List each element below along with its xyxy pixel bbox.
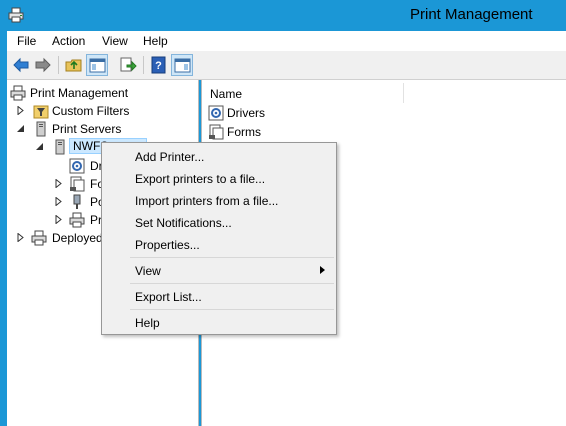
printer-icon (31, 230, 47, 246)
forms-icon (209, 124, 224, 140)
column-header-name[interactable]: Name (206, 83, 404, 103)
menu-item-label: Add Printer... (135, 150, 205, 164)
svg-text:?: ? (155, 60, 162, 72)
collapse-arrow-icon[interactable] (36, 142, 44, 151)
menu-bar: File Action View Help (7, 31, 566, 51)
menu-item-label: Help (135, 316, 160, 330)
menu-item-label: Set Notifications... (135, 216, 232, 230)
menu-item-label: Properties... (135, 238, 200, 252)
tree-label: Custom Filters (52, 104, 130, 118)
title-bar: Print Management (0, 0, 566, 31)
export-list-icon (120, 57, 137, 72)
expand-arrow-icon[interactable] (55, 215, 63, 224)
menu-item-label: Export List... (135, 290, 202, 304)
show-hide-action-pane-button[interactable] (171, 54, 193, 76)
menu-action[interactable]: Action (52, 34, 85, 48)
forms-icon (70, 176, 85, 192)
menu-item-set-notifications[interactable]: Set Notifications... (104, 212, 334, 232)
menu-item-export-printers[interactable]: Export printers to a file... (104, 168, 334, 188)
back-arrow-icon (13, 57, 29, 73)
menu-item-label: View (135, 264, 161, 278)
expand-arrow-icon[interactable] (55, 197, 63, 206)
printer-icon (10, 85, 26, 101)
back-button[interactable] (10, 54, 32, 76)
folder-up-icon (65, 59, 82, 72)
menu-item-add-printer[interactable]: Add Printer... (104, 146, 334, 166)
toolbar-separator (58, 56, 59, 74)
server-icon (36, 121, 46, 137)
drivers-gear-icon (208, 105, 224, 121)
menu-item-properties[interactable]: Properties... (104, 234, 334, 254)
menu-separator (130, 309, 334, 310)
tree-label: Print Servers (52, 122, 122, 136)
menu-item-export-list[interactable]: Export List... (104, 286, 334, 306)
menu-view[interactable]: View (102, 34, 128, 48)
window-title: Print Management (410, 6, 533, 23)
port-plug-icon (73, 194, 81, 209)
forward-button[interactable] (32, 54, 54, 76)
list-item-label: Forms (227, 125, 261, 139)
expand-arrow-icon[interactable] (17, 106, 25, 115)
toolbar-separator (143, 56, 144, 74)
up-one-level-button[interactable] (63, 54, 85, 76)
menu-item-import-printers[interactable]: Import printers from a file... (104, 190, 334, 210)
menu-item-label: Export printers to a file... (135, 172, 266, 186)
expand-arrow-icon[interactable] (55, 179, 63, 188)
action-pane-icon (174, 58, 191, 73)
menu-help[interactable]: Help (143, 34, 168, 48)
tree-label: Deployed (52, 231, 103, 245)
server-icon (55, 139, 65, 155)
menu-item-label: Import printers from a file... (135, 194, 279, 208)
toolbar: ? (7, 51, 566, 80)
help-icon: ? (151, 56, 166, 74)
expand-arrow-icon[interactable] (17, 233, 25, 242)
list-item-label: Drivers (227, 106, 265, 120)
console-tree-icon (89, 58, 106, 73)
drivers-gear-icon (69, 158, 85, 174)
help-button[interactable]: ? (148, 54, 170, 76)
tree-label: Print Management (30, 86, 129, 100)
column-header-label: Name (210, 87, 243, 101)
collapse-arrow-icon[interactable] (17, 124, 25, 133)
menu-file[interactable]: File (17, 34, 36, 48)
forward-arrow-icon (35, 57, 51, 73)
printer-icon (69, 212, 85, 228)
menu-separator (130, 257, 334, 258)
printer-app-icon[interactable] (8, 7, 24, 23)
submenu-arrow-icon (320, 266, 325, 274)
menu-item-help[interactable]: Help (104, 312, 334, 332)
menu-separator (130, 283, 334, 284)
show-hide-console-tree-button[interactable] (86, 54, 108, 76)
menu-item-view[interactable]: View (104, 260, 334, 280)
filter-folder-icon (33, 105, 49, 119)
context-menu: Add Printer... Export printers to a file… (101, 142, 337, 335)
export-list-button[interactable] (117, 54, 139, 76)
